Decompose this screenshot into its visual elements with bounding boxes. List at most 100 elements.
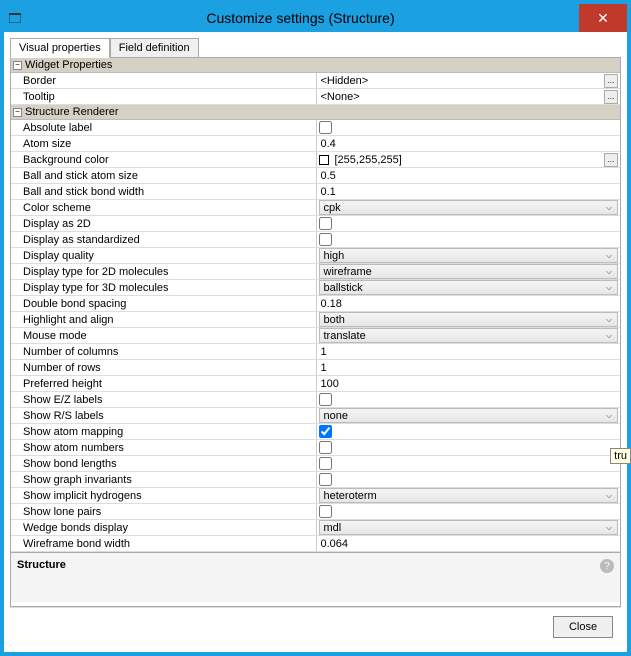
prop-label: Highlight and align bbox=[11, 312, 316, 327]
checkbox-display-2d[interactable] bbox=[319, 217, 332, 230]
close-window-button[interactable]: ✕ bbox=[579, 4, 627, 32]
prop-value-bg-color[interactable]: [255,255,255] ... bbox=[316, 152, 621, 167]
prop-label: Number of columns bbox=[11, 344, 316, 359]
prop-label: Double bond spacing bbox=[11, 296, 316, 311]
prop-label: Show atom numbers bbox=[11, 440, 316, 455]
prop-label: Show R/S labels bbox=[11, 408, 316, 423]
chevron-down-icon: ⌵ bbox=[603, 267, 615, 277]
collapse-icon[interactable]: − bbox=[13, 108, 22, 117]
prop-label: Display quality bbox=[11, 248, 316, 263]
prop-label: Ball and stick bond width bbox=[11, 184, 316, 199]
ellipsis-button[interactable]: ... bbox=[604, 153, 618, 167]
row-num-rows: Number of rows 1 bbox=[11, 360, 620, 376]
prop-value[interactable]: 1 bbox=[316, 360, 621, 375]
prop-label: Show graph invariants bbox=[11, 472, 316, 487]
checkbox-absolute-label[interactable] bbox=[319, 121, 332, 134]
row-show-implicit-h: Show implicit hydrogens heteroterm⌵ bbox=[11, 488, 620, 504]
dropdown-display-quality[interactable]: high⌵ bbox=[319, 248, 619, 263]
prop-label: Show atom mapping bbox=[11, 424, 316, 439]
row-double-bond-spacing: Double bond spacing 0.18 bbox=[11, 296, 620, 312]
prop-label: Preferred height bbox=[11, 376, 316, 391]
prop-label: Show bond lengths bbox=[11, 456, 316, 471]
prop-value[interactable]: 0.5 bbox=[316, 168, 621, 183]
checkbox-show-ez[interactable] bbox=[319, 393, 332, 406]
prop-label: Display as 2D bbox=[11, 216, 316, 231]
row-wedge-bonds: Wedge bonds display mdl⌵ bbox=[11, 520, 620, 536]
prop-label: Number of rows bbox=[11, 360, 316, 375]
checkbox-display-std[interactable] bbox=[319, 233, 332, 246]
tab-bar: Visual properties Field definition bbox=[10, 38, 621, 58]
close-button[interactable]: Close bbox=[553, 616, 613, 638]
chevron-down-icon: ⌵ bbox=[603, 523, 615, 533]
chevron-down-icon: ⌵ bbox=[603, 283, 615, 293]
prop-value[interactable]: 1 bbox=[316, 344, 621, 359]
prop-value[interactable]: 0.1 bbox=[316, 184, 621, 199]
dropdown-mouse-mode[interactable]: translate⌵ bbox=[319, 328, 619, 343]
prop-label: Mouse mode bbox=[11, 328, 316, 343]
row-background-color: Background color [255,255,255] ... bbox=[11, 152, 620, 168]
prop-value[interactable]: 0.064 bbox=[316, 536, 621, 551]
row-show-lone-pairs: Show lone pairs bbox=[11, 504, 620, 520]
dropdown-highlight-align[interactable]: both⌵ bbox=[319, 312, 619, 327]
prop-value[interactable]: 0.18 bbox=[316, 296, 621, 311]
prop-label: Tooltip bbox=[11, 89, 316, 104]
checkbox-show-atom-numbers[interactable] bbox=[319, 441, 332, 454]
color-swatch bbox=[319, 155, 329, 165]
dropdown-wedge-bonds[interactable]: mdl⌵ bbox=[319, 520, 619, 535]
row-show-atom-numbers: Show atom numbers bbox=[11, 440, 620, 456]
row-absolute-label: Absolute label bbox=[11, 120, 620, 136]
section-structure-renderer[interactable]: − Structure Renderer bbox=[11, 105, 620, 120]
description-title: Structure bbox=[17, 559, 600, 571]
section-widget-properties[interactable]: − Widget Properties bbox=[11, 58, 620, 73]
section-label: Structure Renderer bbox=[25, 106, 119, 118]
checkbox-show-lone-pairs[interactable] bbox=[319, 505, 332, 518]
checkbox-show-graph-inv[interactable] bbox=[319, 473, 332, 486]
checkbox-show-atom-mapping[interactable] bbox=[319, 425, 332, 438]
row-highlight-align: Highlight and align both⌵ bbox=[11, 312, 620, 328]
dropdown-color-scheme[interactable]: cpk⌵ bbox=[319, 200, 619, 215]
chevron-down-icon: ⌵ bbox=[603, 411, 615, 421]
section-label: Widget Properties bbox=[25, 59, 112, 71]
row-show-atom-mapping: Show atom mapping bbox=[11, 424, 620, 440]
row-num-columns: Number of columns 1 bbox=[11, 344, 620, 360]
dropdown-show-rs[interactable]: none⌵ bbox=[319, 408, 619, 423]
row-display-type-3d: Display type for 3D molecules ballstick⌵ bbox=[11, 280, 620, 296]
collapse-icon[interactable]: − bbox=[13, 61, 22, 70]
row-show-graph-invariants: Show graph invariants bbox=[11, 472, 620, 488]
description-panel: Structure ? bbox=[11, 552, 620, 602]
row-show-ez: Show E/Z labels bbox=[11, 392, 620, 408]
prop-value-border[interactable]: <Hidden> ... bbox=[316, 73, 621, 88]
prop-value[interactable]: 100 bbox=[316, 376, 621, 391]
property-grid: − Widget Properties Border <Hidden> ... … bbox=[10, 58, 621, 607]
dropdown-display-type-2d[interactable]: wireframe⌵ bbox=[319, 264, 619, 279]
dialog-footer: Close bbox=[10, 607, 621, 646]
prop-label: Color scheme bbox=[11, 200, 316, 215]
ellipsis-button[interactable]: ... bbox=[604, 74, 618, 88]
chevron-down-icon: ⌵ bbox=[603, 491, 615, 501]
prop-value-tooltip[interactable]: <None> ... bbox=[316, 89, 621, 104]
checkbox-show-bond-lengths[interactable] bbox=[319, 457, 332, 470]
row-tooltip: Tooltip <None> ... bbox=[11, 89, 620, 105]
dropdown-show-implicit-h[interactable]: heteroterm⌵ bbox=[319, 488, 619, 503]
chevron-down-icon: ⌵ bbox=[603, 203, 615, 213]
tooltip-fragment: tru bbox=[610, 448, 631, 464]
tab-visual-properties[interactable]: Visual properties bbox=[10, 38, 110, 58]
prop-label: Wireframe bond width bbox=[11, 536, 316, 551]
dropdown-display-type-3d[interactable]: ballstick⌵ bbox=[319, 280, 619, 295]
window-title: Customize settings (Structure) bbox=[22, 10, 579, 26]
row-ball-stick-bond-width: Ball and stick bond width 0.1 bbox=[11, 184, 620, 200]
row-show-bond-lengths: Show bond lengths bbox=[11, 456, 620, 472]
ellipsis-button[interactable]: ... bbox=[604, 90, 618, 104]
prop-label: Border bbox=[11, 73, 316, 88]
help-icon[interactable]: ? bbox=[600, 559, 614, 573]
row-display-as-standardized: Display as standardized bbox=[11, 232, 620, 248]
prop-value-atom-size[interactable]: 0.4 bbox=[316, 136, 621, 151]
row-mouse-mode: Mouse mode translate⌵ bbox=[11, 328, 620, 344]
system-icon[interactable] bbox=[8, 11, 22, 25]
row-display-type-2d: Display type for 2D molecules wireframe⌵ bbox=[11, 264, 620, 280]
prop-label: Absolute label bbox=[11, 120, 316, 135]
row-preferred-height: Preferred height 100 bbox=[11, 376, 620, 392]
prop-label: Show implicit hydrogens bbox=[11, 488, 316, 503]
tab-field-definition[interactable]: Field definition bbox=[110, 38, 199, 57]
prop-label: Show E/Z labels bbox=[11, 392, 316, 407]
